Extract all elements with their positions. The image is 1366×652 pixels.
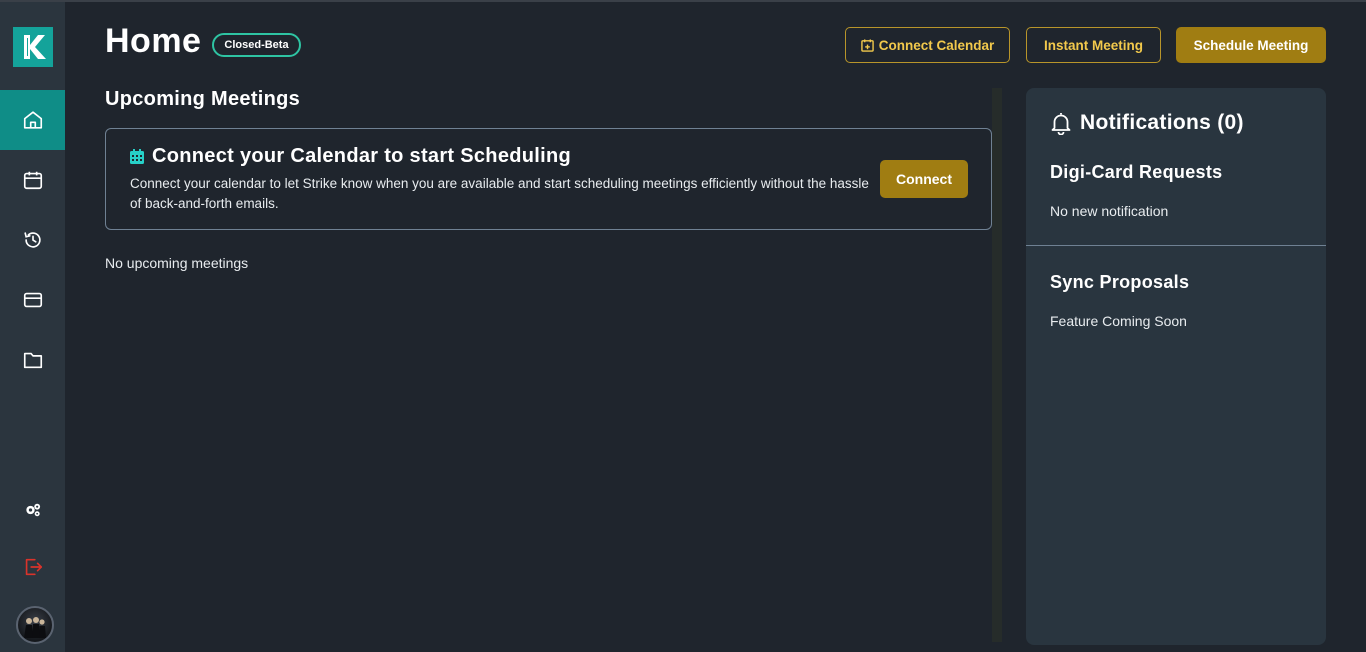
connect-calendar-button[interactable]: Connect Calendar	[845, 27, 1010, 63]
bell-icon	[1050, 111, 1072, 135]
avatar-image	[24, 617, 46, 638]
connect-card-description: Connect your calendar to let Strike know…	[130, 176, 869, 211]
connect-card-title-text: Connect your Calendar to start Schedulin…	[152, 145, 572, 167]
sidebar-item-logout[interactable]	[0, 537, 65, 597]
main-scrollbar[interactable]	[992, 88, 1002, 642]
connect-calendar-card: Connect your Calendar to start Schedulin…	[105, 128, 992, 230]
connect-calendar-label: Connect Calendar	[878, 37, 995, 53]
sidebar	[0, 2, 65, 652]
logo-icon	[24, 35, 46, 59]
schedule-meeting-label: Schedule Meeting	[1193, 37, 1309, 53]
panel-divider	[1026, 245, 1326, 246]
schedule-meeting-button[interactable]: Schedule Meeting	[1176, 27, 1326, 63]
user-avatar[interactable]	[16, 606, 54, 644]
sync-proposals-message: Feature Coming Soon	[1050, 313, 1187, 329]
sidebar-item-settings[interactable]	[0, 480, 65, 540]
calendar-plus-icon	[860, 38, 874, 52]
instant-meeting-label: Instant Meeting	[1043, 37, 1143, 53]
notifications-header: Notifications (0)	[1050, 111, 1244, 135]
calendar-icon	[23, 171, 42, 190]
sync-proposals-heading: Sync Proposals	[1050, 272, 1190, 292]
sidebar-item-files[interactable]	[0, 330, 65, 390]
digi-card-requests-heading: Digi-Card Requests	[1050, 162, 1223, 182]
home-icon	[23, 111, 42, 129]
connect-button[interactable]: Connect	[880, 160, 968, 198]
no-meetings-message: No upcoming meetings	[105, 255, 249, 271]
connect-card-title: Connect your Calendar to start Schedulin…	[130, 145, 571, 168]
digi-card-requests-message: No new notification	[1050, 203, 1169, 219]
sidebar-item-cards[interactable]	[0, 270, 65, 330]
app-logo[interactable]	[13, 27, 53, 67]
history-icon	[23, 232, 41, 248]
sidebar-item-calendar[interactable]	[0, 150, 65, 210]
notifications-title: Notifications (0)	[1080, 111, 1244, 134]
top-border	[0, 0, 1366, 2]
folder-icon	[23, 352, 42, 369]
upcoming-meetings-heading: Upcoming Meetings	[105, 88, 301, 110]
gears-icon	[25, 503, 40, 517]
card-icon	[23, 292, 42, 308]
notifications-panel: Notifications (0) Digi-Card Requests No …	[1026, 88, 1326, 645]
sidebar-item-home[interactable]	[0, 90, 65, 150]
logout-icon	[25, 558, 42, 576]
sidebar-item-history[interactable]	[0, 210, 65, 270]
status-badge: Closed-Beta	[212, 33, 301, 57]
calendar-icon	[130, 149, 144, 164]
page-title: Home	[105, 22, 202, 60]
instant-meeting-button[interactable]: Instant Meeting	[1026, 27, 1161, 63]
